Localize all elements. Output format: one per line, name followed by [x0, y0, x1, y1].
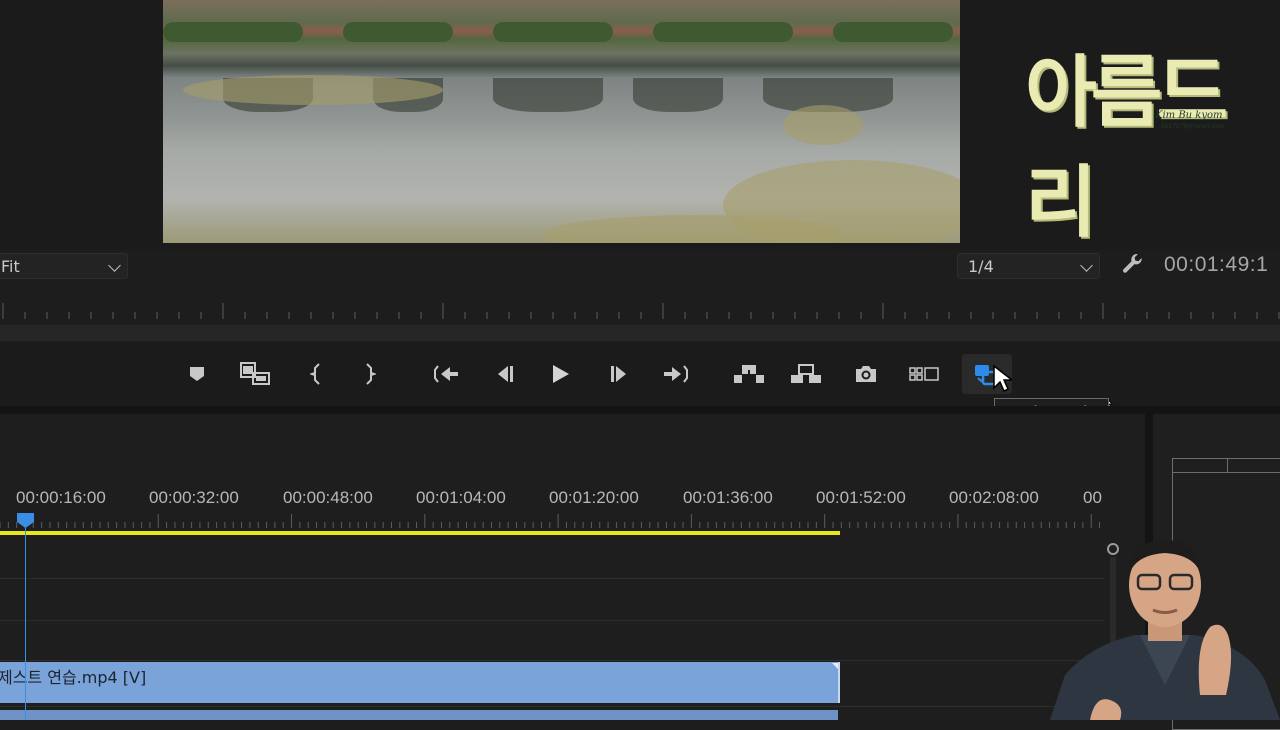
program-monitor: 아름드리 Kim Bu kyom kbk7070@naver.com Fit 1… — [0, 0, 1280, 279]
work-area-bar[interactable] — [0, 531, 840, 535]
monitor-time-ruler[interactable] — [0, 295, 1280, 323]
video-preview — [163, 0, 960, 243]
mouse-pointer-icon — [992, 364, 1015, 398]
extract-button[interactable] — [788, 358, 824, 390]
extract-icon — [791, 364, 821, 383]
meter-header — [1172, 458, 1280, 473]
ruler-label: 00:01:52:00 — [816, 488, 906, 507]
clip-label: 제스트 연습.mp4 [V] — [0, 668, 147, 687]
mark-out-button[interactable] — [352, 358, 388, 390]
ruler-label: 00:01:04:00 — [416, 488, 506, 507]
transport-controls — [0, 342, 1280, 406]
clip-end-marker — [832, 663, 838, 669]
mark-in-icon — [310, 363, 320, 385]
insert-clip-button[interactable] — [238, 358, 274, 390]
track-divider — [0, 620, 1105, 621]
playback-resolution-dropdown[interactable]: 1/4 — [957, 253, 1100, 279]
monitor-zoom-scrollbar[interactable] — [0, 325, 1280, 341]
play-icon — [553, 365, 569, 383]
watermark-email: kbk7070@naver.com — [1161, 123, 1225, 130]
ruler-label: 00:02:08:00 — [949, 488, 1039, 507]
channel-watermark-logo: 아름드리 Kim Bu kyom kbk7070@naver.com — [1025, 38, 1270, 248]
meter-divider — [1227, 458, 1228, 472]
export-frame-button[interactable] — [848, 358, 884, 390]
go-to-in-button[interactable] — [428, 358, 464, 390]
insert-icon — [240, 362, 270, 385]
comparison-view-button[interactable] — [906, 358, 942, 390]
add-marker-button[interactable] — [179, 358, 215, 390]
ruler-label: 00:00:32:00 — [149, 488, 239, 507]
step-back-button[interactable] — [486, 358, 522, 390]
playhead-handle[interactable] — [16, 512, 35, 528]
mark-in-button[interactable] — [298, 358, 334, 390]
playhead-timecode[interactable]: 00:01:49:1 — [1164, 253, 1268, 277]
lift-icon — [734, 365, 764, 383]
presenter-webcam-overlay — [1050, 535, 1280, 720]
zoom-level-value: Fit — [1, 257, 20, 276]
settings-wrench-icon[interactable] — [1120, 252, 1146, 284]
track-divider — [0, 706, 1105, 707]
play-button[interactable] — [542, 358, 578, 390]
watermark-name: Kim Bu kyom — [1155, 110, 1223, 121]
mark-out-icon — [366, 363, 376, 385]
playback-resolution-value: 1/4 — [968, 257, 994, 276]
ruler-label: 00:00:48:00 — [283, 488, 373, 507]
ruler-label: 00 — [1083, 488, 1102, 507]
track-divider — [0, 660, 1105, 661]
playhead-line[interactable] — [25, 528, 26, 720]
comparison-view-icon — [909, 367, 939, 381]
step-back-icon — [498, 366, 513, 382]
ruler-label: 00:01:36:00 — [683, 488, 773, 507]
step-forward-icon — [611, 366, 626, 382]
chevron-down-icon — [108, 259, 121, 272]
camera-icon — [856, 366, 876, 382]
marker-icon — [190, 367, 204, 381]
lift-button[interactable] — [731, 358, 767, 390]
panel-divider[interactable] — [0, 406, 1280, 414]
watermark-title: 아름드리 — [1025, 48, 1228, 248]
ruler-label: 00:01:20:00 — [549, 488, 639, 507]
track-divider — [0, 578, 1105, 579]
chevron-down-icon — [1080, 259, 1093, 272]
go-to-in-icon — [434, 365, 458, 383]
audio-clip[interactable] — [0, 710, 838, 720]
go-to-out-button[interactable] — [658, 358, 694, 390]
ruler-label: 00:00:16:00 — [16, 488, 106, 507]
zoom-level-dropdown[interactable]: Fit — [0, 253, 128, 279]
go-to-out-icon — [664, 365, 688, 383]
step-forward-button[interactable] — [602, 358, 638, 390]
